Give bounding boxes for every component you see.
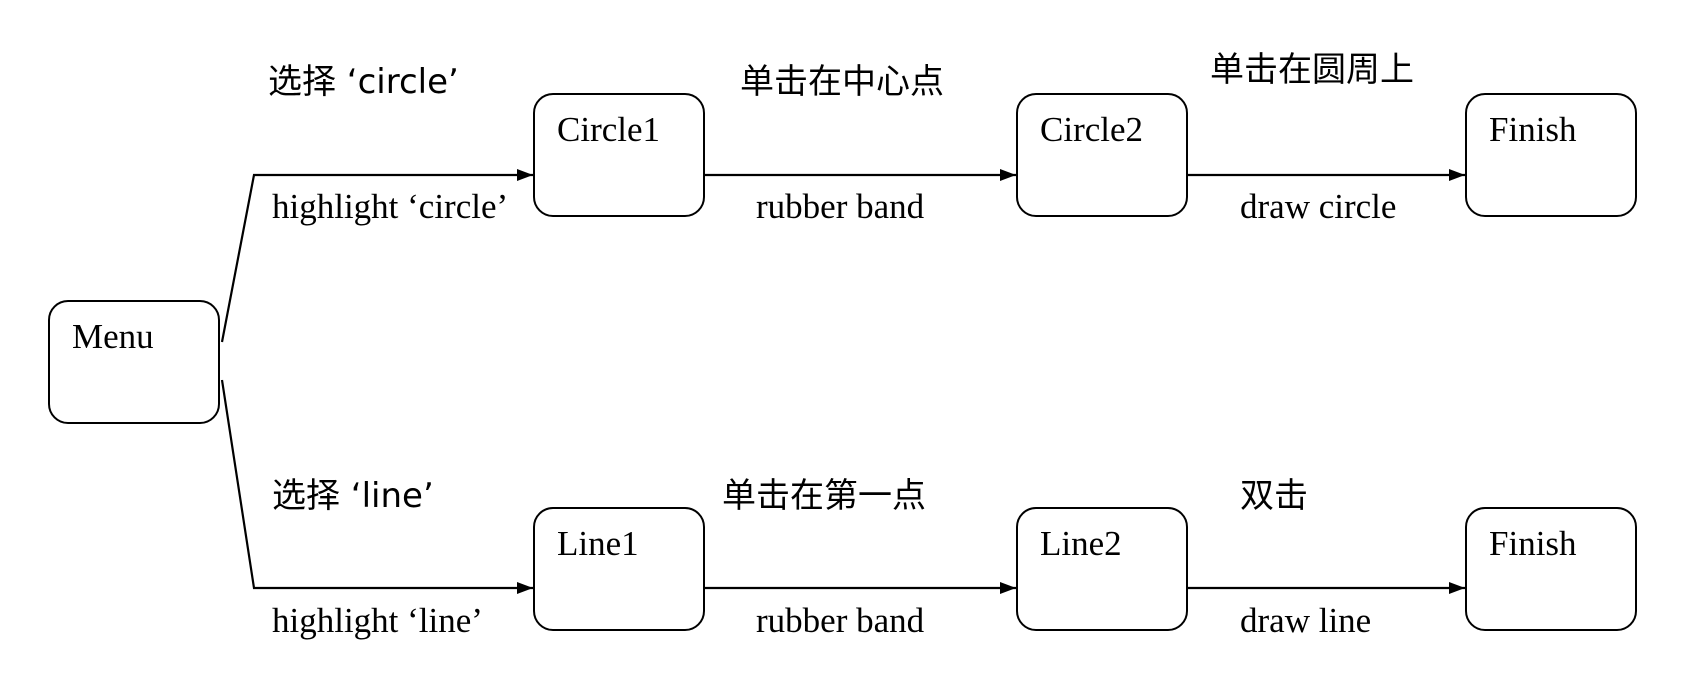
line1-to-line2-action-label: rubber band bbox=[756, 601, 925, 640]
circle1-to-circle2-event-label: 单击在中心点 bbox=[740, 62, 944, 102]
circle2-to-finish-event-label: 单击在圆周上 bbox=[1210, 50, 1414, 90]
state-line1-label: Line1 bbox=[557, 524, 639, 563]
state-menu: Menu bbox=[48, 300, 220, 424]
menu-to-circle1-event-label: 选择 ‘circle’ bbox=[268, 62, 459, 102]
state-circle-finish-label: Finish bbox=[1489, 110, 1577, 149]
circle2-to-finish-action-label: draw circle bbox=[1240, 187, 1397, 226]
state-circle1: Circle1 bbox=[533, 93, 705, 217]
line2-to-finish-event-label: 双击 bbox=[1240, 476, 1308, 516]
state-line2-label: Line2 bbox=[1040, 524, 1122, 563]
state-line2: Line2 bbox=[1016, 507, 1188, 631]
state-line-finish-label: Finish bbox=[1489, 524, 1577, 563]
circle1-to-circle2-action-label: rubber band bbox=[756, 187, 925, 226]
state-circle2: Circle2 bbox=[1016, 93, 1188, 217]
menu-to-line1-action-label: highlight ‘line’ bbox=[272, 601, 483, 640]
state-line-finish: Finish bbox=[1465, 507, 1637, 631]
menu-to-line1-event-label: 选择 ‘line’ bbox=[272, 476, 434, 516]
line1-to-line2-event-label: 单击在第一点 bbox=[722, 476, 926, 516]
transition-arrows bbox=[220, 169, 1465, 594]
line2-to-finish-action-label: draw line bbox=[1240, 601, 1372, 640]
state-line1: Line1 bbox=[533, 507, 705, 631]
state-circle2-label: Circle2 bbox=[1040, 110, 1144, 149]
state-menu-label: Menu bbox=[72, 317, 154, 356]
state-circle-finish: Finish bbox=[1465, 93, 1637, 217]
state-circle1-label: Circle1 bbox=[557, 110, 661, 149]
menu-to-circle1-action-label: highlight ‘circle’ bbox=[272, 187, 509, 226]
